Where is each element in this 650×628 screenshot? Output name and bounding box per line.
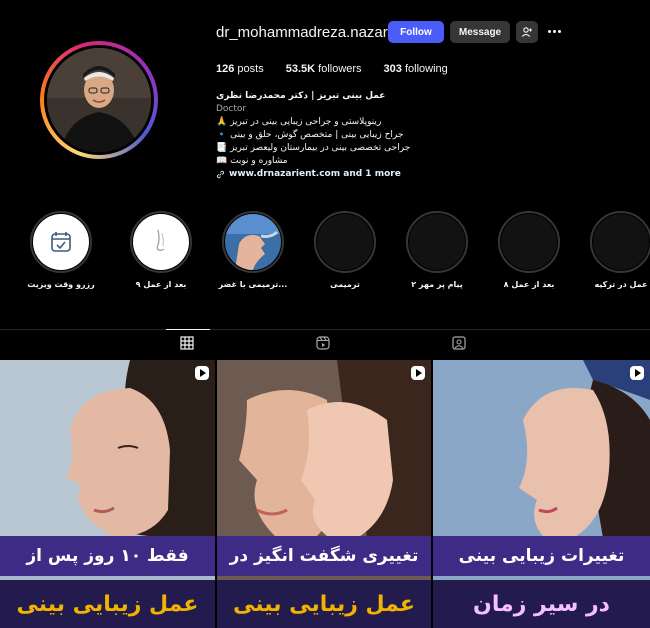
highlight-ring	[130, 211, 192, 273]
profile-stats: 126 posts 53.5K followers 303 following	[216, 63, 470, 75]
post-tile[interactable]: تغییرات زیبایی بینی در سیر زمان	[433, 360, 650, 628]
calendar-check-icon	[51, 232, 71, 252]
caption-line1: تغییرات زیبایی بینی	[458, 546, 625, 566]
bio-link-text: www.drnazarient.com and 1 more	[229, 169, 401, 179]
following-count: 303	[383, 63, 402, 75]
highlight-item[interactable]: ترمیمی	[307, 211, 383, 289]
highlight-label: ترمیمی	[330, 280, 360, 289]
caption-line2: عمل زیبایی بینی	[233, 591, 415, 617]
posts-grid-icon	[180, 336, 194, 350]
profile-username: dr_mohammadreza.nazari	[216, 24, 392, 41]
highlight-ring	[498, 211, 560, 273]
tabs-divider	[0, 329, 650, 330]
highlight-label: رزرو وقت ویزیت	[27, 280, 95, 289]
caption-band-bottom: عمل زیبایی بینی	[0, 580, 215, 628]
more-options-button[interactable]	[544, 24, 564, 38]
highlight-label: بعد از عمل ۸	[503, 280, 555, 289]
suggested-accounts-button[interactable]	[516, 21, 538, 43]
post-caption: تغییری شگفت انگیز در عمل زیبایی بینی	[217, 536, 431, 628]
highlight-item[interactable]: پیام پر مهر ۲	[399, 211, 475, 289]
dot	[557, 29, 561, 33]
dot	[552, 29, 556, 33]
following-label: following	[404, 63, 448, 75]
bio-category: Doctor	[216, 104, 247, 114]
caption-line2: در سیر زمان	[473, 591, 610, 617]
posts-label: posts	[237, 63, 264, 75]
highlight-cover	[133, 214, 189, 270]
bio-line: جراح زیبایی بینی | متخصص گوش، حلق و بینی…	[216, 130, 404, 140]
caption-band-bottom: عمل زیبایی بینی	[217, 580, 431, 628]
highlight-item[interactable]: بعد از عمل ۹	[123, 211, 199, 289]
avatar[interactable]	[47, 48, 151, 152]
posts-count: 126	[216, 63, 235, 75]
bio-line: جراحی تخصصی بینی در بیمارستان ولیعصر تبر…	[216, 143, 411, 153]
highlight-cover	[33, 214, 89, 270]
tab-reels[interactable]	[316, 336, 332, 352]
highlight-cover	[317, 214, 373, 270]
posts-stat: 126 posts	[216, 63, 264, 75]
highlight-item[interactable]: ...ترمیمی با غضر	[215, 211, 291, 289]
tagged-icon	[452, 336, 466, 350]
follow-button[interactable]: Follow	[388, 21, 444, 43]
highlight-cover	[409, 214, 465, 270]
highlight-label: ...ترمیمی با غضر	[218, 280, 288, 289]
reel-indicator-icon	[411, 366, 425, 380]
caption-band-top: تغییری شگفت انگیز در	[217, 536, 431, 576]
followers-label: followers	[318, 63, 362, 75]
highlight-cover-nose-photo	[225, 214, 281, 270]
avatar-gap	[44, 45, 154, 155]
post-tile[interactable]: فقط ۱۰ روز پس از عمل زیبایی بینی	[0, 360, 215, 628]
message-button[interactable]: Message	[450, 21, 510, 43]
active-tab-indicator	[166, 329, 210, 330]
highlight-cover	[593, 214, 649, 270]
nose-sketch-icon	[156, 229, 165, 251]
highlight-item[interactable]: رزرو وقت ویزیت	[23, 211, 99, 289]
highlight-ring	[406, 211, 468, 273]
reel-indicator-icon	[630, 366, 644, 380]
highlight-ring	[314, 211, 376, 273]
bio-line: رینوپلاستی و جراحی زیبایی بینی در تبریز …	[216, 117, 382, 127]
bio-line: مشاوره و نوبت 📖	[216, 156, 288, 166]
highlight-ring	[30, 211, 92, 273]
highlight-ring	[222, 211, 284, 273]
caption-line1: تغییری شگفت انگیز در	[229, 546, 419, 566]
caption-band-bottom: در سیر زمان	[433, 580, 650, 628]
post-caption: تغییرات زیبایی بینی در سیر زمان	[433, 536, 650, 628]
bio-link[interactable]: www.drnazarient.com and 1 more	[216, 168, 416, 181]
post-tile[interactable]: تغییری شگفت انگیز در عمل زیبایی بینی	[217, 360, 431, 628]
caption-line2: عمل زیبایی بینی	[16, 591, 199, 617]
link-icon	[216, 170, 225, 179]
following-stat[interactable]: 303 following	[384, 63, 448, 75]
followers-count: 53.5K	[285, 63, 316, 75]
profile-avatar-ring[interactable]	[40, 41, 158, 159]
tab-posts[interactable]	[180, 336, 196, 352]
reel-indicator-icon	[195, 366, 209, 380]
bio-name: عمل بینی تبریز | دکتر محمدرضا نظری	[216, 91, 386, 101]
reels-icon	[316, 336, 330, 350]
profile-bio: عمل بینی تبریز | دکتر محمدرضا نظری Docto…	[216, 90, 416, 181]
caption-band-top: فقط ۱۰ روز پس از	[0, 536, 215, 576]
highlight-label: عمل در ترکیه	[594, 280, 648, 289]
highlight-label: پیام پر مهر ۲	[411, 280, 463, 289]
highlight-item[interactable]: عمل در ترکیه	[583, 211, 650, 289]
post-caption: فقط ۱۰ روز پس از عمل زیبایی بینی	[0, 536, 215, 628]
highlight-cover	[501, 214, 557, 270]
tab-tagged[interactable]	[452, 336, 468, 352]
highlight-label: بعد از عمل ۹	[135, 280, 187, 289]
caption-line1: فقط ۱۰ روز پس از	[26, 546, 189, 566]
caption-band-top: تغییرات زیبایی بینی	[433, 536, 650, 576]
dot	[547, 29, 551, 33]
highlight-ring	[590, 211, 650, 273]
add-user-icon	[521, 27, 532, 37]
followers-stat[interactable]: 53.5K followers	[286, 63, 362, 75]
highlight-item[interactable]: بعد از عمل ۸	[491, 211, 567, 289]
